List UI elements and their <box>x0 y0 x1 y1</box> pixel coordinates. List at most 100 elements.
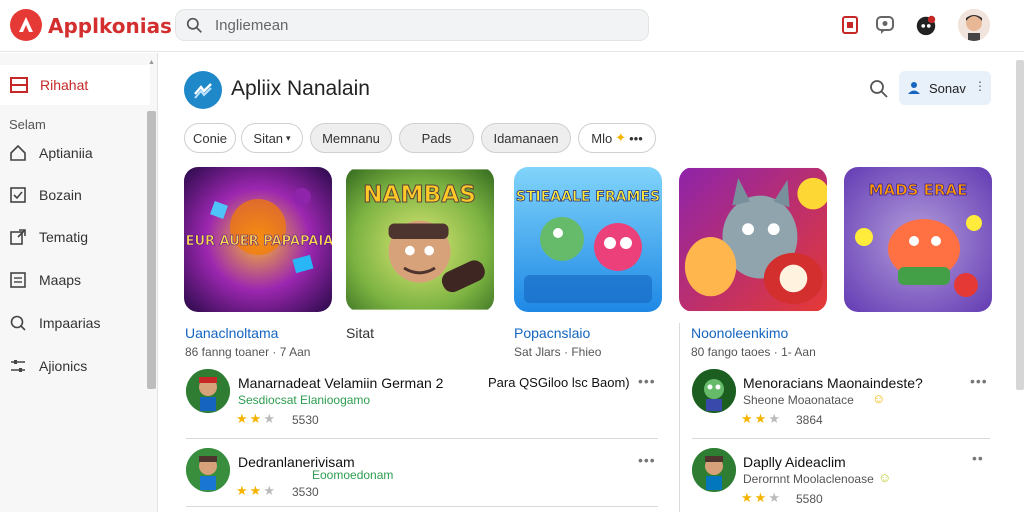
app-avatar <box>692 369 736 413</box>
list-item-title: Menoracians Maonaindeste? <box>743 375 923 391</box>
list-divider <box>692 438 990 439</box>
sidebar-item-label: Bozain <box>39 187 82 203</box>
check-square-icon <box>10 187 26 203</box>
card-image-text: MADS ERAE <box>869 181 968 199</box>
emoji-icon: ☺ <box>878 470 892 485</box>
sort-button-label: Sonav <box>929 80 966 96</box>
list-item-extra: Para QSGiloo lsc Baom) <box>488 375 630 390</box>
more-horiz-icon[interactable]: •• <box>972 450 984 466</box>
list-item[interactable]: Dedranlanerivisam Eoomoedonam ★★★ 3530 •… <box>186 448 658 508</box>
list-item-count: 3864 <box>796 413 823 427</box>
list-item-count: 5580 <box>796 492 823 506</box>
card-image-text: NAMBAS <box>363 181 476 208</box>
list-item[interactable]: Manarnadeat Velamiin German 2 Para QSGil… <box>186 369 658 429</box>
more-horiz-icon: ••• <box>629 130 643 146</box>
list-divider <box>186 438 658 439</box>
sidebar-item-5[interactable]: Impaarias <box>0 305 150 341</box>
main-content: Apliix Nanalain Sonav ⋮ Conie Sitan ▾ Mem… <box>159 53 1011 512</box>
app-logo-icon <box>19 17 33 32</box>
list-item-subtitle: Eoomoedonam <box>312 468 394 482</box>
list-item-count: 5530 <box>292 413 319 427</box>
game-card-image-5[interactable]: MADS ERAE <box>844 167 992 312</box>
list-item-title: Manarnadeat Velamiin German 2 <box>238 375 444 391</box>
game-card-meta: 80 fango taoes · 1- Aan <box>691 345 816 359</box>
top-bar: Applkonias <box>0 0 1024 52</box>
chip[interactable]: Memnanu <box>310 123 392 153</box>
user-avatar[interactable] <box>958 9 990 41</box>
list-item-subtitle: Sheone Moaonatace <box>743 393 854 407</box>
card-image-text: STIEAALE FRAMES <box>516 189 660 205</box>
star-rating-icon: ★★★ <box>741 411 782 426</box>
chip-label: Sitan <box>253 130 284 146</box>
game-card-image-4[interactable] <box>679 167 827 312</box>
sidebar-item-1[interactable]: Aptianiia <box>0 135 150 171</box>
chat-icon[interactable] <box>873 13 897 37</box>
gamepad-icon[interactable] <box>914 13 938 37</box>
more-horiz-icon[interactable]: ••• <box>970 373 988 389</box>
notifications-icon[interactable] <box>838 13 862 37</box>
app-avatar <box>692 448 736 492</box>
column-divider <box>679 323 680 512</box>
list-item-title: Daplly Aideaclim <box>743 454 846 470</box>
chip-label: Mlo <box>591 130 613 146</box>
more-horiz-icon[interactable]: ••• <box>638 452 656 468</box>
sidebar-scrollbar[interactable] <box>147 111 156 389</box>
sidebar-section-title: Selam <box>9 117 46 132</box>
sidebar-item-label: Maaps <box>39 272 82 288</box>
sidebar-active-label: Rihahat <box>40 77 89 93</box>
sidebar-item-6[interactable]: Ajionics <box>0 348 150 384</box>
game-card-name[interactable]: Popacnslaio <box>514 325 590 341</box>
star-rating-icon: ★★★ <box>236 483 277 498</box>
search-input[interactable] <box>215 16 615 34</box>
app-title: Applkonias <box>48 14 172 38</box>
settings-sliders-icon <box>11 360 25 372</box>
list-item[interactable]: Menoracians Maonaindeste? Sheone Moaonat… <box>692 369 990 429</box>
sidebar-item-label: Ajionics <box>39 358 88 374</box>
list-item-subtitle: Derornnt Moolaclenoase <box>743 472 874 486</box>
app-avatar <box>186 369 230 413</box>
sidebar-item-2[interactable]: Bozain <box>0 177 150 213</box>
star-rating-icon: ★★★ <box>236 411 277 426</box>
list-item-count: 3530 <box>292 485 319 499</box>
emoji-icon: ☺ <box>872 391 886 406</box>
search-icon <box>10 315 26 331</box>
page-logo-icon <box>184 71 222 109</box>
export-icon <box>10 229 26 245</box>
main-scrollbar[interactable] <box>1016 60 1024 390</box>
sidebar: ▲ Rihahat Selam Aptianiia Bozain Tematig… <box>0 53 158 512</box>
card-image-text: FIEUR AUER PAPAPAIAN <box>184 234 332 249</box>
chip[interactable]: Conie <box>184 123 236 153</box>
inbox-icon <box>10 77 28 93</box>
game-card-meta: 86 fanng toaner · 7 Aan <box>185 345 311 359</box>
list-item[interactable]: Daplly Aideaclim Derornnt Moolaclenoase … <box>692 448 990 508</box>
sidebar-item-4[interactable]: Maaps <box>0 262 150 298</box>
more-vert-icon[interactable]: ⋮ <box>974 80 986 92</box>
game-card-image-1[interactable]: FIEUR AUER PAPAPAIAN <box>184 167 332 312</box>
game-card-meta: Sat Jlars · Fhieo <box>514 345 602 359</box>
sidebar-item-label: Tematig <box>39 229 89 245</box>
chip[interactable]: Idamanaen <box>481 123 571 153</box>
sort-button[interactable]: Sonav ⋮ <box>899 71 991 105</box>
sidebar-item-active[interactable]: Rihahat <box>0 65 150 105</box>
chip[interactable]: Pads <box>399 123 474 153</box>
star-rating-icon: ★★★ <box>741 490 782 505</box>
sidebar-item-3[interactable]: Tematig <box>0 219 150 255</box>
game-card-name[interactable]: Noonoleenkimo <box>691 325 788 341</box>
page-title: Apliix Nanalain <box>231 77 370 100</box>
search-bar[interactable] <box>175 9 649 41</box>
app-logo[interactable] <box>10 9 42 41</box>
chip-dropdown[interactable]: Sitan ▾ <box>241 123 303 153</box>
user-icon <box>908 82 920 94</box>
game-card-name[interactable]: Uanaclnoltama <box>185 325 278 341</box>
chip-more[interactable]: Mlo ✦ ••• <box>578 123 656 153</box>
search-icon[interactable] <box>869 79 889 99</box>
search-icon <box>186 17 202 33</box>
more-horiz-icon[interactable]: ••• <box>638 373 656 389</box>
app-avatar <box>186 448 230 492</box>
list-divider <box>186 506 658 507</box>
game-card-image-3[interactable]: STIEAALE FRAMES <box>514 167 662 312</box>
game-card-name[interactable]: Sitat <box>346 325 374 341</box>
chevron-down-icon: ▾ <box>286 132 291 143</box>
sidebar-item-label: Aptianiia <box>39 145 93 161</box>
game-card-image-2[interactable]: NAMBAS <box>346 167 494 312</box>
